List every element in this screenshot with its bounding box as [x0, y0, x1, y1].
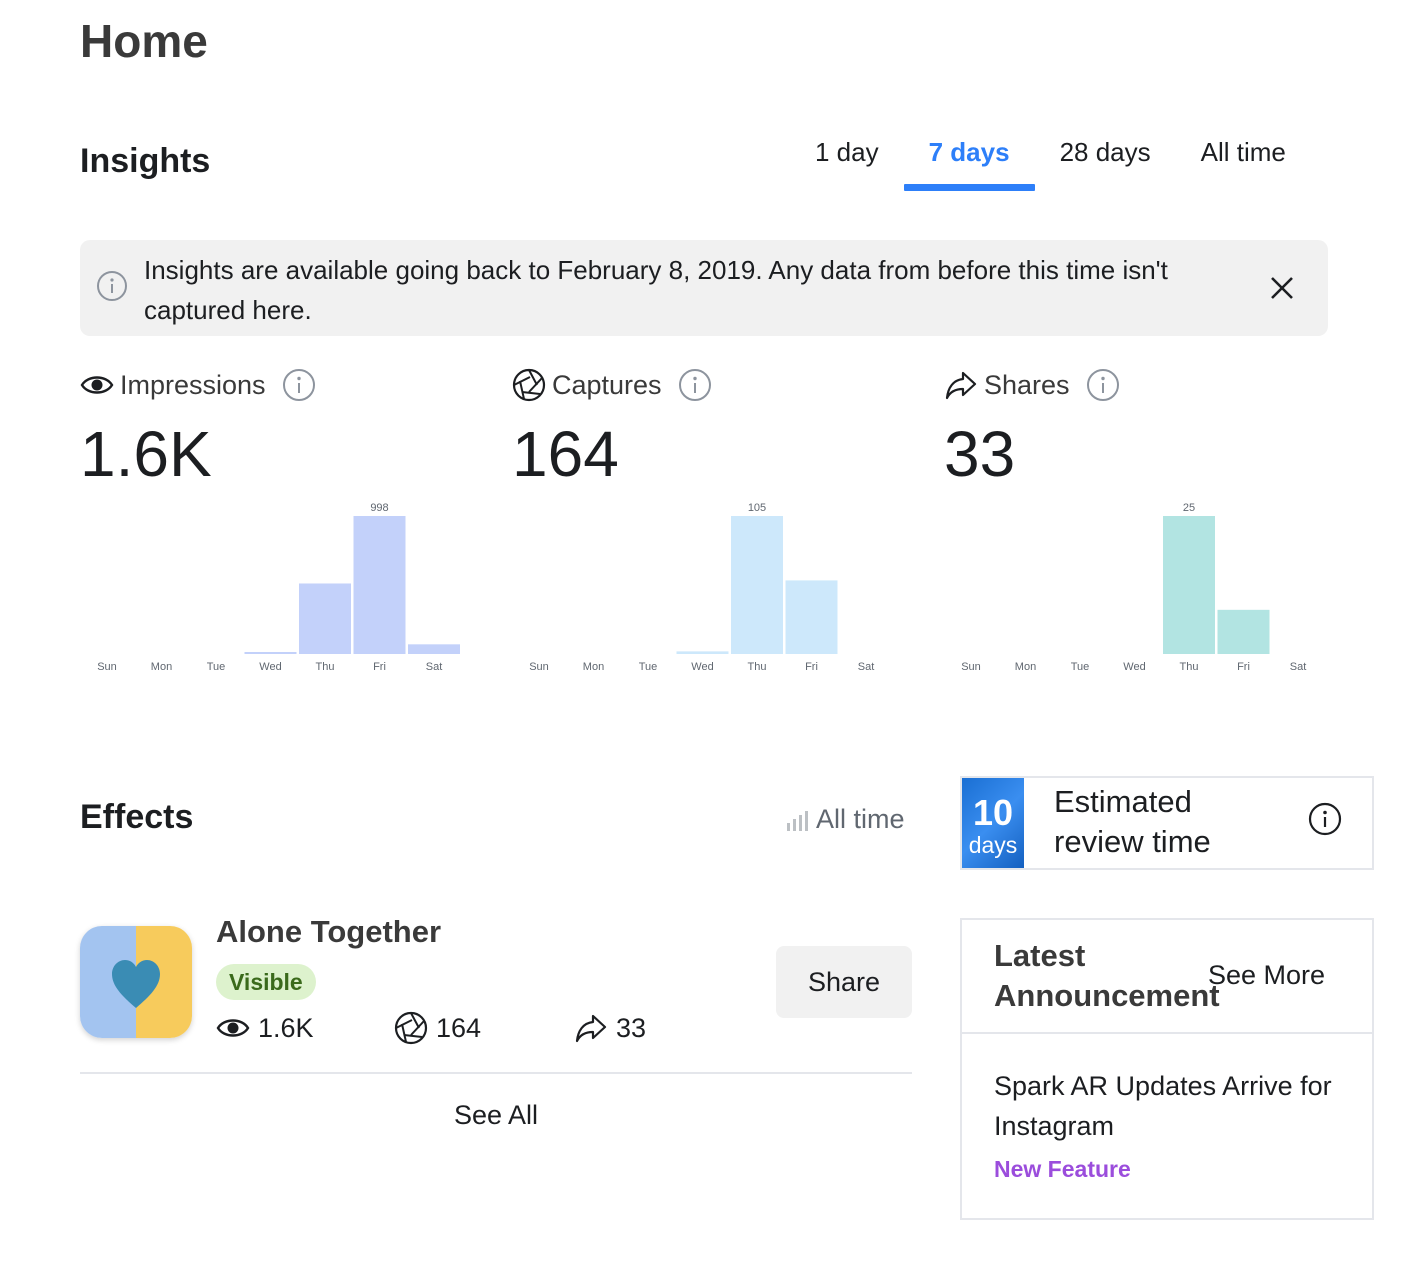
tab-all-time[interactable]: All time — [1176, 128, 1311, 192]
x-tick-label: Sun — [961, 661, 981, 673]
x-tick-label: Mon — [151, 661, 172, 673]
x-tick-label: Sat — [426, 661, 443, 673]
bar-wed[interactable] — [676, 651, 729, 654]
bar-chart: Sun Mon Tue Wed Thu Fri Sat 25 — [961, 502, 1307, 673]
announcement-header: Latest Announcement See More — [962, 920, 1372, 1034]
tab-1-day[interactable]: 1 day — [790, 128, 904, 192]
status-badge: Visible — [216, 964, 316, 1000]
x-tick-label: Tue — [639, 661, 658, 673]
metric-shares: Shares 33 — [944, 366, 1344, 490]
effect-name[interactable]: Alone Together — [216, 914, 441, 950]
eye-icon — [216, 1019, 250, 1037]
x-tick-label: Thu — [748, 661, 767, 673]
x-tick-label: Sat — [1290, 661, 1307, 673]
bar-thu[interactable] — [731, 516, 783, 654]
announcement-title: Latest Announcement — [994, 938, 1220, 1013]
review-time-label: Estimated review time — [1054, 784, 1211, 859]
metric-value: 33 — [944, 418, 1016, 490]
metric-label: Shares — [984, 369, 1070, 400]
review-days-unit: days — [968, 832, 1018, 858]
x-tick-label: Thu — [316, 661, 335, 673]
review-time-card: 10 days Estimated review time — [960, 776, 1374, 870]
peak-value-label: 998 — [370, 502, 388, 514]
metric-label: Impressions — [120, 369, 266, 400]
bar-chart-icon — [787, 810, 808, 831]
share-button[interactable]: Share — [776, 946, 912, 1018]
shutter-icon — [512, 368, 546, 402]
bar-fri[interactable] — [785, 580, 838, 654]
info-icon — [97, 271, 127, 301]
x-tick-label: Tue — [1071, 661, 1090, 673]
info-icon[interactable] — [282, 368, 316, 402]
x-tick-label: Wed — [1123, 661, 1145, 673]
x-tick-label: Sun — [97, 661, 117, 673]
peak-value-label: 105 — [748, 502, 766, 514]
bar-chart: Sun Mon Tue Wed Thu Fri Sat 105 — [529, 502, 875, 673]
effects-filter-label: All time — [816, 804, 905, 834]
notice-text: Insights are available going back to Feb… — [144, 255, 1168, 325]
bar-fri[interactable] — [353, 516, 406, 654]
effect-captures: 164 — [394, 1010, 481, 1046]
metric-value: 1.6K — [80, 418, 212, 490]
home-page: Home Insights 1 day 7 days 28 days All t… — [0, 0, 1404, 1276]
effect-captures-value: 164 — [436, 1012, 482, 1043]
announcement-tag: New Feature — [994, 1156, 1131, 1182]
effect-shares-value: 33 — [616, 1012, 647, 1043]
divider — [80, 1072, 912, 1074]
bar-sat[interactable] — [408, 644, 460, 654]
share-arrow-icon — [575, 1014, 607, 1043]
bar-wed[interactable] — [244, 652, 297, 654]
see-more-link[interactable]: See More — [1208, 960, 1325, 991]
x-tick-label: Fri — [373, 661, 386, 673]
eye-icon — [80, 376, 114, 394]
x-tick-label: Wed — [691, 661, 713, 673]
tab-7-days[interactable]: 7 days — [903, 128, 1035, 192]
bar-thu[interactable] — [1163, 516, 1215, 654]
see-all-link[interactable]: See All — [80, 1100, 912, 1131]
bar-thu[interactable] — [299, 583, 351, 654]
tab-28-days[interactable]: 28 days — [1035, 128, 1176, 192]
shares-chart: Sun Mon Tue Wed Thu Fri Sat 25 — [944, 490, 1328, 680]
x-tick-label: Tue — [207, 661, 226, 673]
x-tick-label: Fri — [1237, 661, 1250, 673]
x-tick-label: Sun — [529, 661, 549, 673]
x-tick-label: Wed — [259, 661, 281, 673]
effects-title: Effects — [80, 798, 194, 836]
announcement-headline[interactable]: Spark AR Updates Arrive for Instagram — [994, 1066, 1354, 1146]
metric-impressions: Impressions 1.6K — [80, 366, 480, 490]
effect-impressions: 1.6K — [216, 1010, 314, 1046]
announcement-card: Latest Announcement See More Spark AR Up… — [960, 918, 1374, 1220]
review-days-badge: 10 days — [962, 778, 1024, 868]
effects-time-filter[interactable]: All time — [786, 804, 905, 835]
info-icon[interactable] — [1308, 802, 1342, 836]
effect-impressions-value: 1.6K — [258, 1012, 314, 1043]
effect-shares: 33 — [574, 1010, 646, 1046]
insights-range-tabs: 1 day 7 days 28 days All time — [790, 128, 1311, 192]
x-tick-label: Fri — [805, 661, 818, 673]
shutter-icon — [394, 1011, 428, 1045]
peak-value-label: 25 — [1183, 502, 1195, 514]
x-tick-label: Thu — [1180, 661, 1199, 673]
impressions-chart: Sun Mon Tue Wed Thu Fri Sat 998 — [80, 490, 464, 680]
metric-captures: Captures 164 — [512, 366, 912, 490]
insights-notice: Insights are available going back to Feb… — [80, 240, 1328, 336]
captures-chart: Sun Mon Tue Wed Thu Fri Sat 105 — [512, 490, 896, 680]
metric-label: Captures — [552, 369, 662, 400]
close-icon[interactable] — [1264, 270, 1300, 306]
x-tick-label: Mon — [1015, 661, 1036, 673]
info-icon[interactable] — [678, 368, 712, 402]
metric-value: 164 — [512, 418, 619, 490]
x-tick-label: Sat — [858, 661, 875, 673]
heart-icon — [80, 926, 192, 1038]
page-title: Home — [80, 15, 208, 67]
effect-thumbnail[interactable] — [80, 926, 192, 1038]
x-tick-label: Mon — [583, 661, 604, 673]
bar-fri[interactable] — [1217, 609, 1270, 654]
share-arrow-icon — [945, 371, 977, 400]
bar-chart: Sun Mon Tue Wed Thu Fri Sat 998 — [97, 502, 460, 673]
review-days-number: 10 — [972, 792, 1014, 833]
info-icon[interactable] — [1086, 368, 1120, 402]
insights-title: Insights — [80, 142, 211, 180]
